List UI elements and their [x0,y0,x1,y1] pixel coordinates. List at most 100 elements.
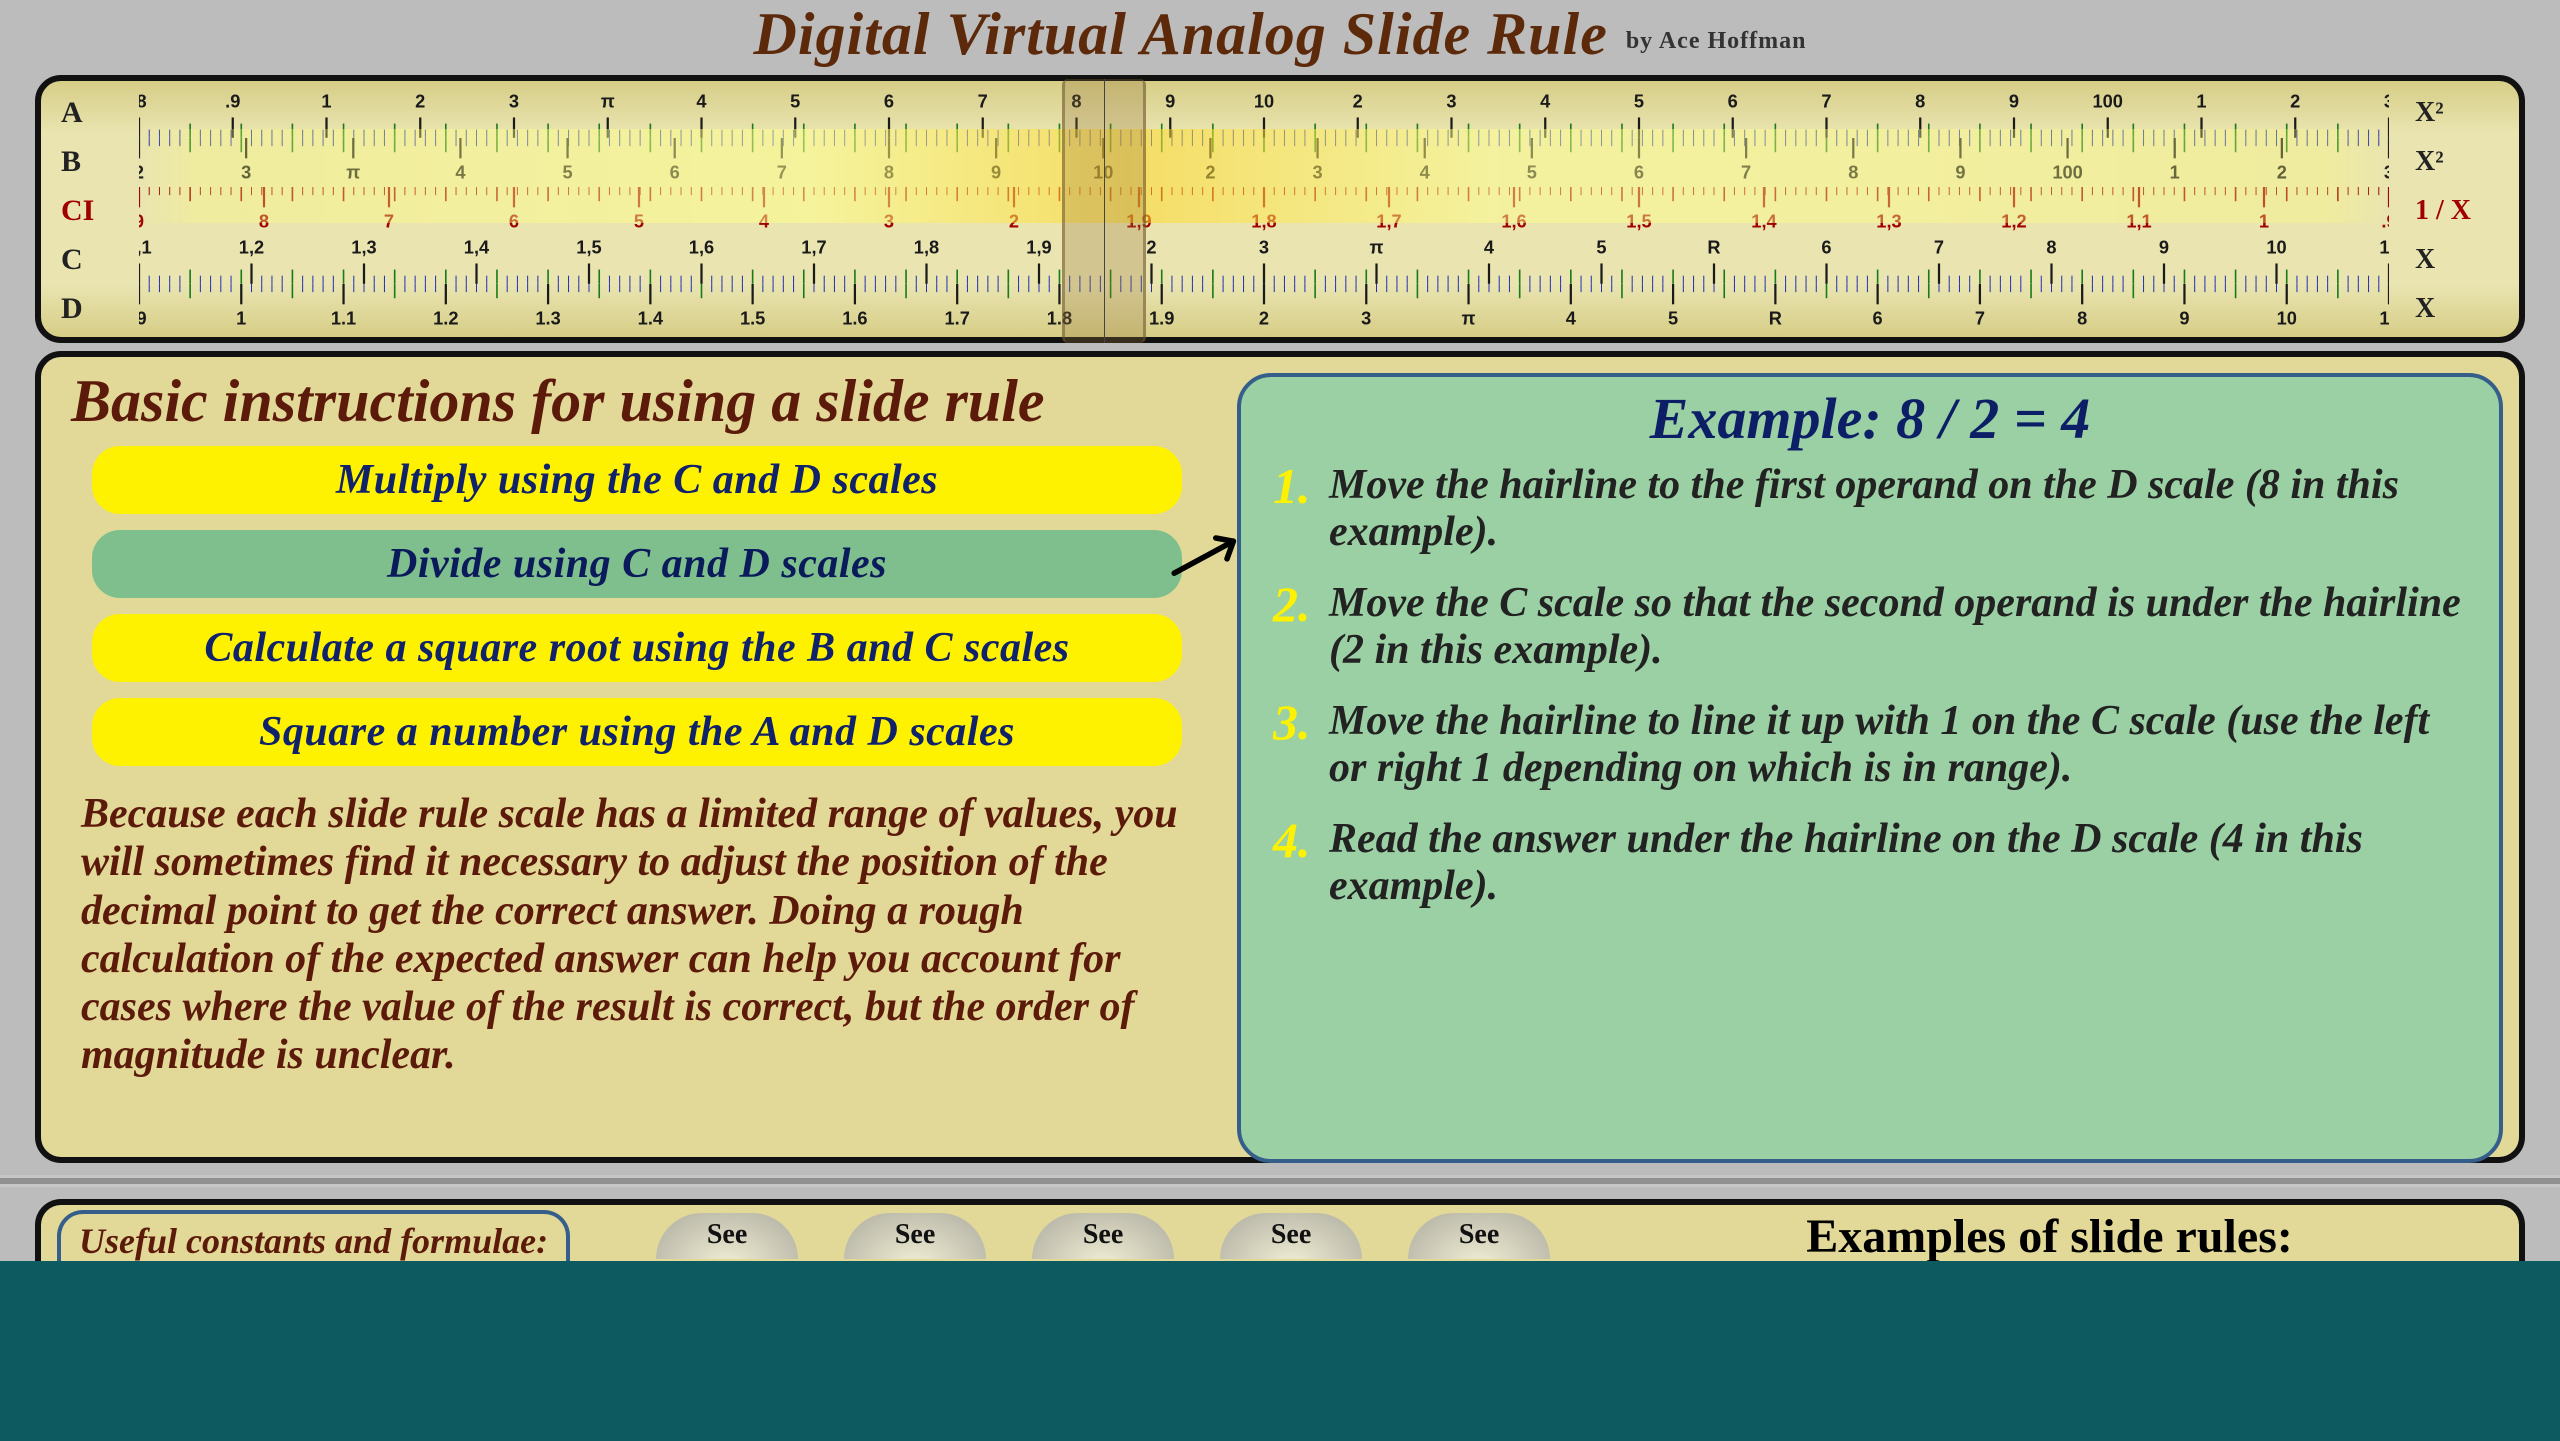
svg-text:7: 7 [1934,237,1944,258]
svg-text:1.8: 1.8 [1047,308,1072,329]
svg-text:100: 100 [2052,161,2082,182]
svg-text:1,4: 1,4 [1751,210,1777,231]
svg-text:10: 10 [1093,161,1113,182]
svg-text:2: 2 [1259,308,1269,329]
example-panel-wrap: Example: 8 / 2 = 4 1.Move the hairline t… [1237,373,2503,1147]
svg-text:3: 3 [1312,161,1322,182]
svg-text:7: 7 [384,210,394,231]
svg-text:11: 11 [2379,237,2389,258]
svg-text:7: 7 [978,90,988,111]
svg-text:π: π [601,90,615,111]
svg-text:5: 5 [634,210,644,231]
svg-text:5: 5 [1527,161,1537,182]
svg-text:10: 10 [1254,90,1274,111]
svg-text:3: 3 [509,90,519,111]
see-button[interactable]: See [1408,1213,1550,1259]
svg-text:.9: .9 [139,308,147,329]
svg-text:5: 5 [1668,308,1678,329]
svg-text:1,9: 1,9 [1026,237,1051,258]
scale-C[interactable]: 1,11,21,31,41,51,61,71,81,923π45R6789101… [139,235,2389,284]
svg-text:1,4: 1,4 [464,237,490,258]
op-multiply-button[interactable]: Multiply using the C and D scales [92,446,1182,514]
svg-text:8: 8 [884,161,894,182]
see-button[interactable]: See [656,1213,798,1259]
svg-text:1,6: 1,6 [689,237,714,258]
see-button[interactable]: See [844,1213,986,1259]
svg-text:6: 6 [509,210,519,231]
svg-text:4: 4 [1420,161,1431,182]
svg-text:.8: .8 [139,90,147,111]
slide-rule[interactable]: A B CI C D .8 .9 1 2 3 π 4 5 6 7 8 9 10 2 3 4 5 6 7 8 9 100 1 2… [35,75,2525,343]
see-button[interactable]: See [1032,1213,1174,1259]
svg-text:1,1: 1,1 [139,237,152,258]
svg-text:8: 8 [1915,90,1925,111]
svg-text:1.6: 1.6 [842,308,867,329]
svg-text:1,3: 1,3 [1876,210,1901,231]
arrow-icon [1171,527,1251,581]
svg-text:3: 3 [1361,308,1371,329]
svg-text:1,2: 1,2 [239,237,264,258]
svg-text:6: 6 [1634,161,1644,182]
svg-text:1,7: 1,7 [801,237,826,258]
svg-text:1,2: 1,2 [2001,210,2026,231]
svg-text:9: 9 [2009,90,2019,111]
divider [0,1175,2560,1187]
svg-text:2: 2 [1146,237,1156,258]
svg-text:6: 6 [1821,237,1831,258]
svg-text:3: 3 [2384,90,2389,111]
svg-text:1,9: 1,9 [1126,210,1151,231]
scales-area[interactable]: .8 .9 1 2 3 π 4 5 6 7 8 9 10 2 3 4 5 6 7 8 9 100 1 2 3 2 3 π 4 5 6 7 8 9… [139,89,2389,333]
svg-text:9: 9 [1955,161,1965,182]
instructions-title: Basic instructions for using a slide rul… [71,367,1203,436]
svg-text:.9: .9 [2381,210,2389,231]
op-square-button[interactable]: Square a number using the A and D scales [92,698,1182,766]
svg-text:5: 5 [562,161,572,182]
examples-title: Examples of slide rules: [1596,1209,2503,1264]
scale-CI[interactable]: 987654321,91,81,71,61,51,41,31,21,11.9 [139,187,2389,236]
svg-text:1,8: 1,8 [914,237,939,258]
op-sqrt-button[interactable]: Calculate a square root using the B and … [92,614,1182,682]
svg-text:8: 8 [2046,237,2056,258]
scale-A[interactable]: .8.9123π4567891023456789100123 [139,89,2389,138]
svg-text:1,3: 1,3 [351,237,376,258]
instructions-column: Basic instructions for using a slide rul… [57,367,1217,1147]
svg-text:9: 9 [2179,308,2189,329]
example-step: 4.Read the answer under the hairline on … [1273,816,2467,910]
svg-text:π: π [1462,308,1476,329]
svg-text:7: 7 [1821,90,1831,111]
see-button[interactable]: See [1220,1213,1362,1259]
svg-text:7: 7 [1975,308,1985,329]
svg-text:.9: .9 [225,90,240,111]
svg-text:1.3: 1.3 [535,308,560,329]
svg-text:2: 2 [139,161,144,182]
op-divide-button[interactable]: Divide using C and D scales [92,530,1182,598]
svg-text:1: 1 [2259,210,2269,231]
svg-text:5: 5 [1634,90,1644,111]
svg-text:1.7: 1.7 [944,308,969,329]
svg-text:2: 2 [415,90,425,111]
scale-labels-left: A B CI C D [61,89,139,333]
example-title: Example: 8 / 2 = 4 [1273,385,2467,452]
app-title: Digital Virtual Analog Slide Ruleby Ace … [0,0,2560,75]
scale-D[interactable]: .911.11.21.31.41.51.61.71.81.923π45R6789… [139,284,2389,333]
svg-text:10: 10 [2277,308,2297,329]
main-content: Basic instructions for using a slide rul… [35,351,2525,1163]
svg-text:6: 6 [884,90,894,111]
svg-text:4: 4 [1484,237,1495,258]
example-step: 3.Move the hairline to line it up with 1… [1273,698,2467,792]
svg-text:R: R [1707,237,1720,258]
svg-text:1,1: 1,1 [2126,210,2151,231]
svg-text:π: π [1370,237,1384,258]
svg-text:9: 9 [139,210,144,231]
svg-text:1.5: 1.5 [740,308,765,329]
scale-B[interactable]: 23π4567891023456789100123 [139,138,2389,187]
svg-text:8: 8 [1071,90,1081,111]
svg-text:1: 1 [2196,90,2206,111]
svg-text:1,5: 1,5 [1626,210,1651,231]
svg-text:4: 4 [696,90,707,111]
svg-text:2: 2 [2277,161,2287,182]
svg-text:1,7: 1,7 [1376,210,1401,231]
svg-text:3: 3 [884,210,894,231]
scale-labels-right: X² X² 1 / X X X [2389,89,2499,333]
svg-text:8: 8 [2077,308,2087,329]
